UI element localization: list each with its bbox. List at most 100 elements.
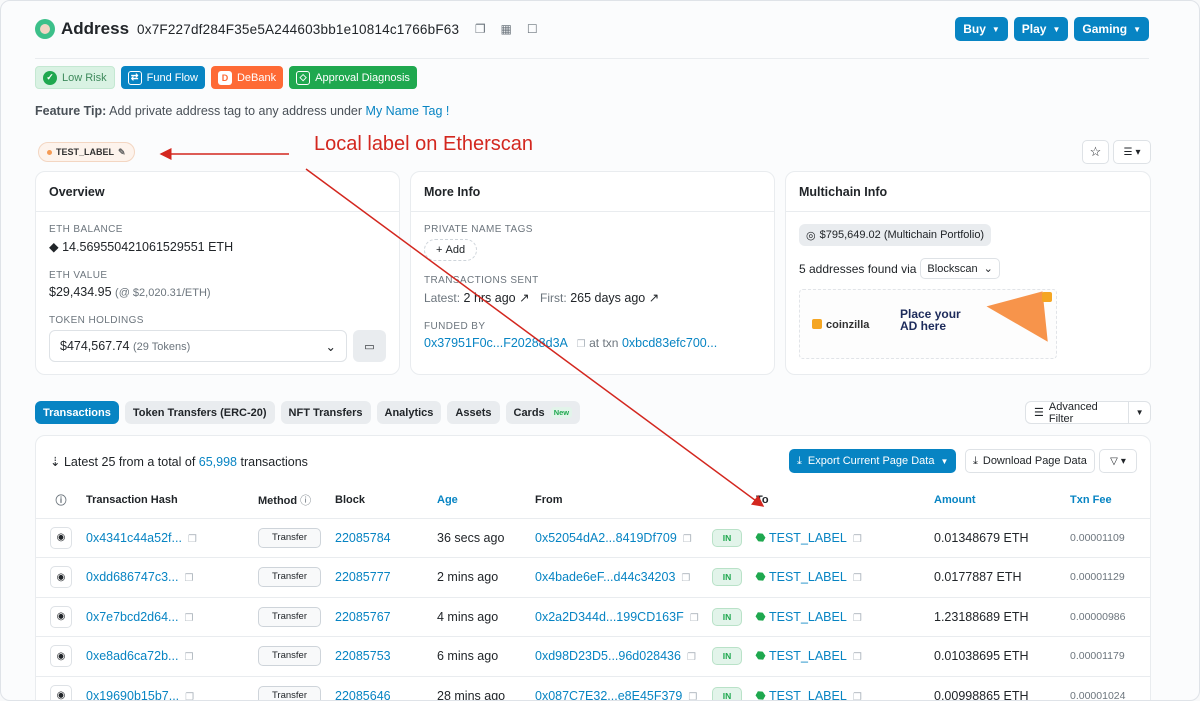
col-amount[interactable]: Amount xyxy=(934,483,1070,519)
block-link[interactable]: 22085646 xyxy=(335,689,391,700)
ad-close-icon[interactable] xyxy=(1042,292,1052,302)
view-details-eye-icon[interactable]: ◉ xyxy=(50,605,72,628)
col-age[interactable]: Age xyxy=(437,483,535,519)
from-address-link[interactable]: 0x4bade6eF...d44c34203 xyxy=(535,570,675,584)
private-label-chip[interactable]: TEST_LABEL ✎ xyxy=(38,142,135,162)
tab-analytics[interactable]: Analytics xyxy=(376,401,442,424)
copy-icon[interactable]: ❐ xyxy=(853,652,862,663)
copy-icon[interactable]: ❐ xyxy=(184,613,193,624)
block-link[interactable]: 22085753 xyxy=(335,649,391,663)
export-page-data-button[interactable]: ⤓ Export Current Page Data ▼ xyxy=(789,449,957,473)
view-details-eye-icon[interactable]: ◉ xyxy=(50,526,72,549)
method-badge: Transfer xyxy=(258,567,321,588)
block-link[interactable]: 22085784 xyxy=(335,531,391,545)
advertisement-banner[interactable]: coinzilla Place your AD here xyxy=(799,289,1057,359)
txn-hash-link[interactable]: 0x19690b15b7... xyxy=(86,689,179,700)
to-label-link[interactable]: TEST_LABEL xyxy=(769,570,847,584)
copy-icon[interactable]: ❐ xyxy=(185,692,194,700)
amount-cell: 0.0177887 ETH xyxy=(934,557,1070,598)
table-filter-button[interactable]: ▽ ▾ xyxy=(1099,449,1137,473)
total-count-link[interactable]: 65,998 xyxy=(199,455,237,469)
from-address-link[interactable]: 0x087C7E32...e8E45F379 xyxy=(535,689,682,700)
copy-icon[interactable]: ❐ xyxy=(688,692,697,700)
transactions-sent-caption: TRANSACTIONS SENT xyxy=(424,275,539,286)
my-name-tag-link[interactable]: My Name Tag ! xyxy=(366,104,450,118)
to-label-link[interactable]: TEST_LABEL xyxy=(769,689,847,700)
gaming-menu-button[interactable]: Gaming ▼ xyxy=(1074,17,1149,41)
fund-flow-button[interactable]: ⇄ Fund Flow xyxy=(120,66,205,89)
edit-pencil-icon[interactable]: ✎ xyxy=(118,147,126,158)
eth-value-caption: ETH VALUE xyxy=(49,270,108,281)
copy-icon[interactable]: ❐ xyxy=(577,339,586,350)
copy-icon[interactable]: ❐ xyxy=(690,613,699,624)
from-address-link[interactable]: 0xd98D23D5...96d028436 xyxy=(535,649,681,663)
table-row: ◉ 0xe8ad6ca72b... ❐ Transfer 22085753 6 mins … xyxy=(36,636,1150,677)
to-label-link[interactable]: TEST_LABEL xyxy=(769,531,847,545)
chevron-down-icon[interactable]: ▼ xyxy=(1129,408,1150,417)
multichain-card: Multichain Info ◎ $795,649.02 (Multichain… xyxy=(785,171,1151,375)
funding-txn-link[interactable]: 0xbcd83efc700... xyxy=(622,336,717,350)
view-details-eye-icon[interactable]: ◉ xyxy=(50,566,72,589)
token-holdings-dropdown[interactable]: $474,567.74 (29 Tokens) ⌄ xyxy=(49,330,347,362)
copy-icon[interactable]: ❐ xyxy=(853,573,862,584)
txn-hash-link[interactable]: 0x4341c44a52f... xyxy=(86,531,182,545)
copy-icon[interactable]: ❐ xyxy=(184,573,193,584)
wallet-button[interactable]: ▭ xyxy=(353,330,386,362)
col-txn-fee[interactable]: Txn Fee xyxy=(1070,483,1150,519)
download-page-data-button[interactable]: ⤓ Download Page Data xyxy=(965,449,1095,473)
transactions-sent-value: Latest: 2 hrs ago ↗ First: 265 days ago … xyxy=(424,291,660,305)
label-dot-icon xyxy=(47,149,52,155)
filter-icon: ☰ xyxy=(1034,407,1044,419)
copy-icon[interactable]: ❐ xyxy=(853,692,862,700)
help-icon[interactable]: ⓘ xyxy=(300,495,311,507)
list-options-button[interactable]: ☰ ▾ xyxy=(1113,140,1151,164)
low-risk-badge[interactable]: ✓ Low Risk xyxy=(35,66,115,89)
approval-diagnosis-button[interactable]: ◇ Approval Diagnosis xyxy=(289,66,417,89)
copy-icon[interactable]: ❐ xyxy=(853,534,862,545)
comment-icon[interactable]: ☐ xyxy=(525,22,539,36)
to-label-link[interactable]: TEST_LABEL xyxy=(769,610,847,624)
tab-token-transfers[interactable]: Token Transfers (ERC-20) xyxy=(124,401,275,424)
tab-nft-transfers[interactable]: NFT Transfers xyxy=(280,401,371,424)
view-details-eye-icon[interactable]: ◉ xyxy=(50,645,72,668)
copy-icon[interactable]: ❐ xyxy=(687,652,696,663)
txn-hash-link[interactable]: 0xe8ad6ca72b... xyxy=(86,649,178,663)
tab-transactions[interactable]: Transactions xyxy=(35,401,119,424)
copy-icon[interactable]: ❐ xyxy=(473,22,487,36)
multichain-portfolio-badge[interactable]: ◎ $795,649.02 (Multichain Portfolio) xyxy=(799,224,992,246)
copy-icon[interactable]: ❐ xyxy=(184,652,193,663)
arrow-up-right-icon[interactable]: ↗ xyxy=(519,291,529,305)
qr-code-icon[interactable]: ▦ xyxy=(499,22,513,36)
advanced-filter-button[interactable]: ☰ Advanced Filter ▼ xyxy=(1025,401,1151,425)
view-details-eye-icon[interactable]: ◉ xyxy=(50,684,72,700)
play-menu-button[interactable]: Play ▼ xyxy=(1013,17,1069,41)
copy-icon[interactable]: ❐ xyxy=(188,534,197,545)
copy-icon[interactable]: ❐ xyxy=(683,534,692,545)
from-address-link[interactable]: 0x2a2D344d...199CD163F xyxy=(535,610,684,624)
arrow-up-right-icon[interactable]: ↗ xyxy=(649,291,659,305)
copy-icon[interactable]: ❐ xyxy=(681,573,690,584)
to-label-link[interactable]: TEST_LABEL xyxy=(769,649,847,663)
block-link[interactable]: 22085767 xyxy=(335,610,391,624)
blockscan-dropdown[interactable]: Blockscan ⌄ xyxy=(920,258,1000,279)
help-icon[interactable]: ⓘ xyxy=(50,489,72,511)
from-address-link[interactable]: 0x52054dA2...8419Df709 xyxy=(535,531,677,545)
table-row: ◉ 0x19690b15b7... ❐ Transfer 22085646 28 mins… xyxy=(36,676,1150,700)
block-link[interactable]: 22085777 xyxy=(335,570,391,584)
contract-cube-icon xyxy=(754,571,766,583)
debank-button[interactable]: D DeBank xyxy=(210,66,284,89)
copy-icon[interactable]: ❐ xyxy=(853,613,862,624)
eth-balance-value: ◆ 14.569550421061529551 ETH xyxy=(49,240,234,254)
buy-menu-button[interactable]: Buy ▼ xyxy=(955,17,1008,41)
direction-badge: IN xyxy=(712,607,742,626)
txn-hash-link[interactable]: 0x7e7bcd2d64... xyxy=(86,610,178,624)
col-method: Method ⓘ xyxy=(258,483,335,519)
favorite-star-button[interactable]: ☆ xyxy=(1082,140,1109,164)
tab-cards[interactable]: Cards New xyxy=(505,401,581,424)
contract-cube-icon xyxy=(754,650,766,662)
tab-assets[interactable]: Assets xyxy=(447,401,500,424)
txn-hash-link[interactable]: 0xdd686747c3... xyxy=(86,570,178,584)
funder-address-link[interactable]: 0x37951F0c...F20288d3A xyxy=(424,336,567,350)
add-tag-button[interactable]: + Add xyxy=(424,239,478,261)
txn-fee-cell: 0.00001179 xyxy=(1070,636,1150,677)
